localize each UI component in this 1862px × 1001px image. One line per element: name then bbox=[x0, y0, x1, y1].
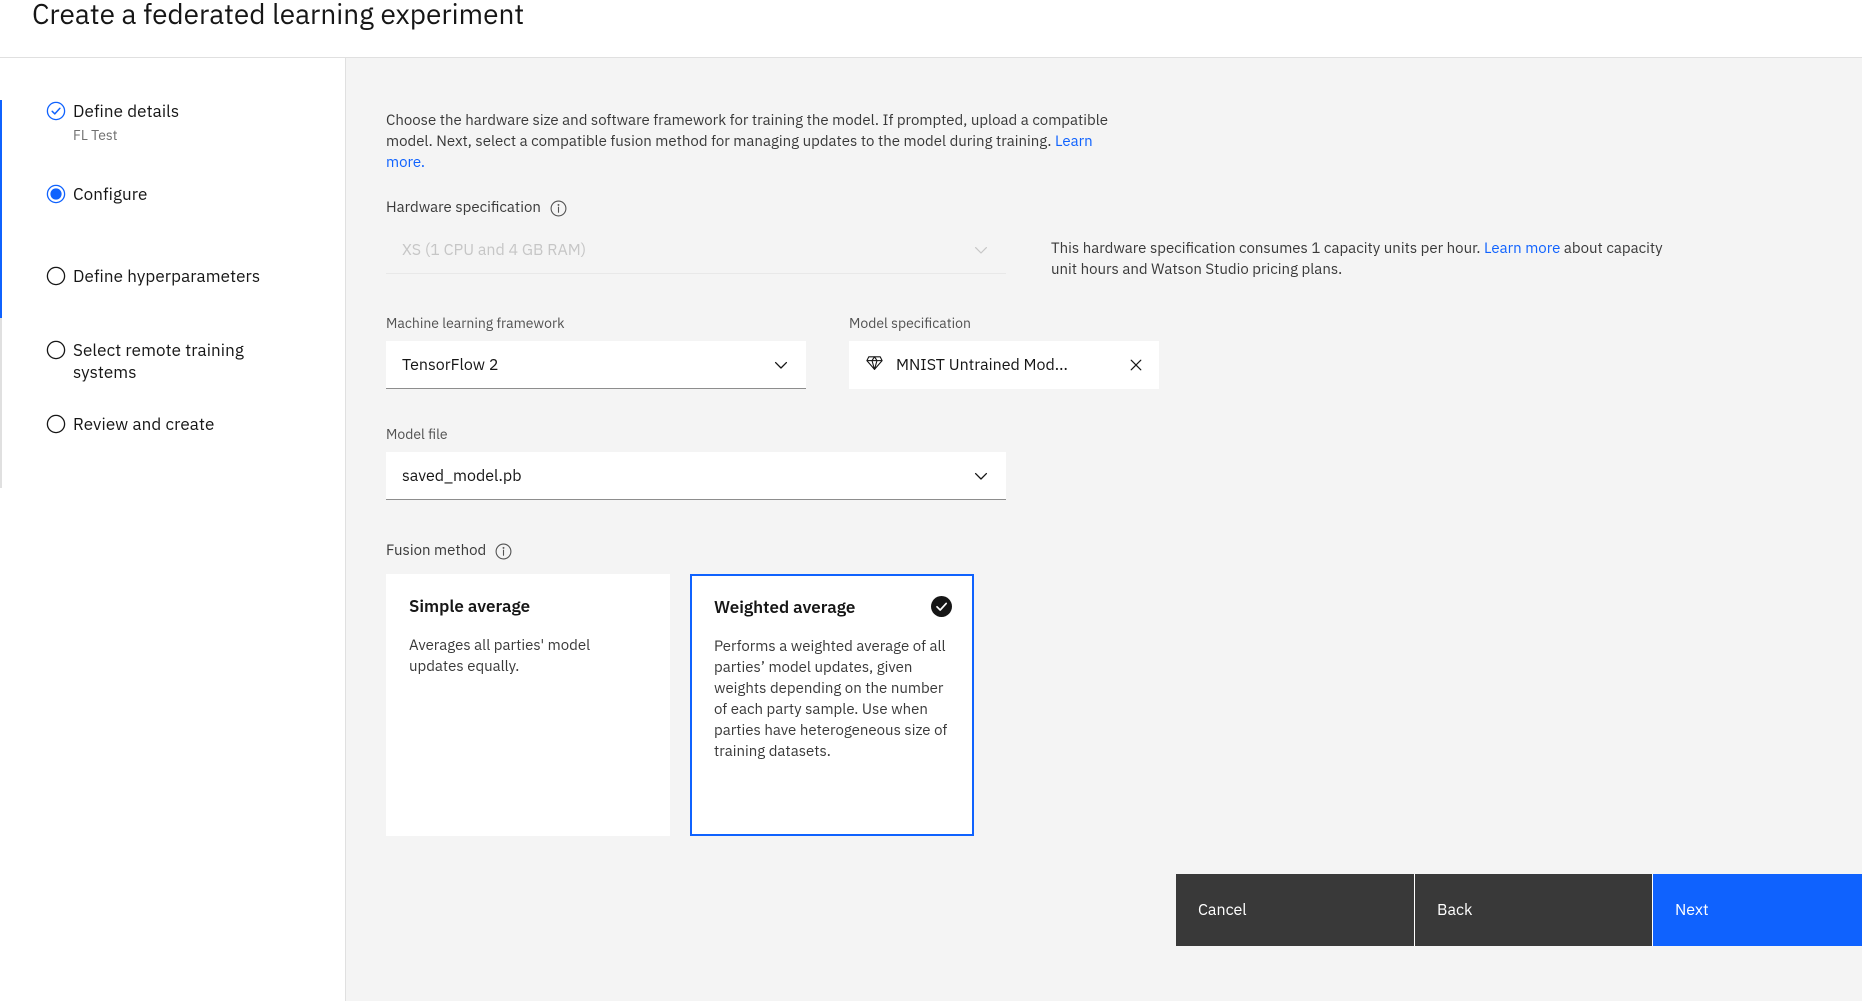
progress-indicator: Define details FL Test Configure Define … bbox=[0, 100, 345, 488]
check-circle-icon bbox=[46, 101, 66, 121]
model-file-label: Model file bbox=[386, 425, 448, 443]
machine-learning-framework-group: Machine learning framework TensorFlow 2 bbox=[386, 314, 806, 389]
wizard-body: Define details FL Test Configure Define … bbox=[0, 58, 1862, 1001]
radio-empty-icon bbox=[46, 340, 66, 360]
model-file-select[interactable]: saved_model.pb bbox=[386, 452, 1006, 500]
close-icon[interactable] bbox=[1127, 356, 1145, 374]
fusion-option-title: Simple average bbox=[409, 595, 531, 617]
page-title: Create a federated learning experiment bbox=[32, 0, 525, 32]
checkmark-filled-icon bbox=[931, 596, 952, 617]
model-specification-group: Model specification MNIST Untrained Mod.… bbox=[849, 314, 1159, 389]
sidebar-item-label: Define hyperparameters bbox=[73, 265, 261, 287]
chevron-down-icon bbox=[972, 467, 990, 485]
model-file-value: saved_model.pb bbox=[402, 465, 522, 486]
information-icon[interactable] bbox=[495, 543, 512, 560]
sidebar-item-review-and-create[interactable]: Review and create bbox=[33, 413, 345, 457]
progress-rail-active bbox=[0, 100, 2, 318]
framework-modelspec-row: Machine learning framework TensorFlow 2 … bbox=[386, 314, 1862, 389]
sidebar-item-select-remote-training-systems[interactable]: Select remote training systems bbox=[33, 339, 345, 383]
fusion-method-label: Fusion method bbox=[386, 542, 1862, 560]
back-button[interactable]: Back bbox=[1414, 874, 1652, 946]
hardware-specification-group: Hardware specification XS (1 CPU and 4 G… bbox=[386, 199, 1862, 280]
sidebar-item-configure[interactable]: Configure bbox=[33, 183, 345, 227]
sidebar-item-sublabel: FL Test bbox=[73, 126, 118, 144]
model-specification-value: MNIST Untrained Mod... bbox=[896, 355, 1068, 375]
fusion-option-description: Performs a weighted average of all parti… bbox=[714, 637, 948, 761]
chevron-down-icon bbox=[972, 241, 990, 259]
sidebar-item-label: Select remote training systems bbox=[73, 339, 244, 383]
panel-description: Choose the hardware size and software fr… bbox=[386, 110, 1126, 173]
progress-rail-idle bbox=[0, 318, 2, 488]
cancel-button[interactable]: Cancel bbox=[1176, 874, 1414, 946]
machine-learning-framework-value: TensorFlow 2 bbox=[402, 354, 499, 375]
information-icon[interactable] bbox=[550, 200, 567, 217]
wizard-footer: Cancel Back Next bbox=[1176, 874, 1862, 946]
sidebar-item-define-details[interactable]: Define details FL Test bbox=[33, 100, 345, 145]
fusion-method-label-text: Fusion method bbox=[386, 541, 487, 560]
machine-learning-framework-label: Machine learning framework bbox=[386, 314, 565, 332]
page-header: Create a federated learning experiment bbox=[0, 0, 1862, 57]
wizard-sidebar: Define details FL Test Configure Define … bbox=[0, 58, 345, 1001]
sidebar-item-label: Define details bbox=[73, 100, 180, 122]
fusion-option-description: Averages all parties' model updates equa… bbox=[409, 636, 591, 676]
fusion-option-weighted-average[interactable]: Weighted average Performs a weighted ave… bbox=[690, 574, 974, 836]
fusion-method-options: Simple average Averages all parties' mod… bbox=[386, 574, 1862, 836]
model-asset-icon bbox=[865, 353, 884, 377]
hardware-specification-value: XS (1 CPU and 4 GB RAM) bbox=[402, 239, 587, 260]
fusion-option-simple-average[interactable]: Simple average Averages all parties' mod… bbox=[386, 574, 670, 836]
sidebar-item-define-hyperparameters[interactable]: Define hyperparameters bbox=[33, 265, 345, 309]
capacity-learn-more-link[interactable]: Learn more bbox=[1484, 239, 1560, 258]
hardware-specification-row: XS (1 CPU and 4 GB RAM) This hardware sp… bbox=[386, 226, 1862, 280]
capacity-note-text-before: This hardware specification consumes 1 c… bbox=[1051, 239, 1481, 258]
wizard-page: Create a federated learning experiment D… bbox=[0, 0, 1862, 1001]
hardware-specification-select[interactable]: XS (1 CPU and 4 GB RAM) bbox=[386, 226, 1006, 274]
machine-learning-framework-select[interactable]: TensorFlow 2 bbox=[386, 341, 806, 389]
configure-panel: Choose the hardware size and software fr… bbox=[345, 58, 1862, 1001]
model-file-group: Model file saved_model.pb bbox=[386, 425, 1862, 500]
panel-description-text: Choose the hardware size and software fr… bbox=[386, 111, 1109, 151]
sidebar-item-label: Configure bbox=[73, 183, 148, 205]
model-specification-tag[interactable]: MNIST Untrained Mod... bbox=[849, 341, 1159, 389]
chevron-down-icon bbox=[772, 356, 790, 374]
fusion-option-title: Weighted average bbox=[714, 596, 856, 618]
hardware-specification-label: Hardware specification bbox=[386, 199, 1862, 217]
capacity-note: This hardware specification consumes 1 c… bbox=[1051, 238, 1671, 280]
fusion-method-group: Fusion method Simple average Averages al… bbox=[386, 542, 1862, 836]
sidebar-item-label: Review and create bbox=[73, 413, 215, 435]
radio-selected-icon bbox=[46, 184, 66, 204]
next-button[interactable]: Next bbox=[1652, 874, 1862, 946]
radio-empty-icon bbox=[46, 266, 66, 286]
radio-empty-icon bbox=[46, 414, 66, 434]
model-specification-label: Model specification bbox=[849, 314, 971, 332]
hardware-specification-label-text: Hardware specification bbox=[386, 198, 541, 217]
